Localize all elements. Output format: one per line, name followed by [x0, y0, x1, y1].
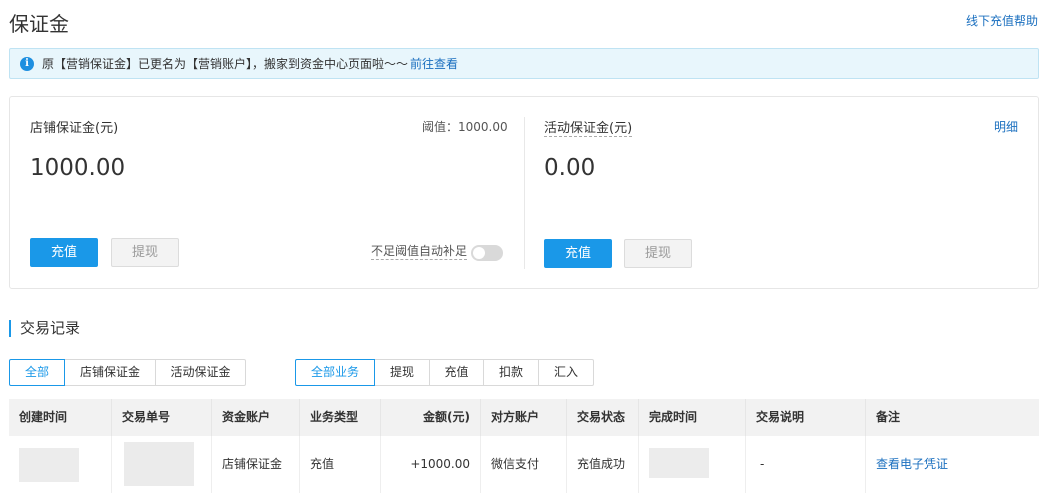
auto-topup-toggle[interactable]	[471, 245, 503, 261]
store-withdraw-button[interactable]: 提现	[111, 238, 179, 267]
tab-deduction[interactable]: 扣款	[483, 359, 539, 386]
tab-business-all[interactable]: 全部业务	[295, 359, 375, 386]
page-title: 保证金	[9, 12, 69, 36]
cell-description: -	[746, 436, 866, 493]
offline-recharge-help-link[interactable]: 线下充值帮助	[966, 12, 1038, 29]
cell-status: 充值成功	[567, 436, 639, 493]
business-filter-tabs: 全部业务 提现 充值 扣款 汇入	[295, 359, 594, 386]
col-remark: 备注	[876, 410, 901, 424]
tab-recharge[interactable]: 充值	[429, 359, 484, 386]
col-fund-account: 资金账户	[212, 399, 300, 436]
cell-transaction-no	[112, 436, 212, 493]
deposit-cards: 店铺保证金(元) 阈值：1000.00 1000.00 充值 提现 不足阈值自动…	[9, 96, 1039, 289]
cell-business-type: 充值	[300, 436, 381, 493]
col-transaction-no: 交易单号	[112, 399, 212, 436]
redacted-block	[124, 442, 194, 486]
view-receipt-link[interactable]: 查看电子凭证	[866, 436, 1039, 493]
transaction-table: 创建时间 交易单号 资金账户 业务类型 金额(元) 对方账户 交易状态 完成时间…	[9, 399, 1039, 493]
activity-deposit-amount: 0.00	[544, 155, 596, 181]
threshold-value: 阈值：1000.00	[422, 120, 508, 134]
cell-amount: +1000.00	[381, 436, 481, 493]
activity-deposit-label: 活动保证金(元)	[544, 117, 633, 137]
store-recharge-button[interactable]: 充值	[30, 238, 98, 267]
col-finish-time: 完成时间	[639, 399, 746, 436]
records-section-title: 交易记录	[9, 320, 80, 337]
tab-account-store[interactable]: 店铺保证金	[64, 359, 156, 386]
card-divider	[524, 117, 525, 269]
toggle-knob	[473, 247, 485, 259]
cell-fund-account: 店铺保证金	[212, 436, 300, 493]
notice-text: 原【营销保证金】已更名为【营销账户】，搬家到资金中心页面啦～～	[42, 57, 409, 71]
tab-withdraw[interactable]: 提现	[374, 359, 430, 386]
table-header: 创建时间 交易单号 资金账户 业务类型 金额(元) 对方账户 交易状态 完成时间…	[9, 399, 1039, 436]
cell-created-time	[9, 436, 112, 493]
store-deposit-label: 店铺保证金(元)	[30, 121, 119, 136]
info-icon: i	[20, 56, 34, 71]
auto-topup-label: 不足阈值自动补足	[371, 244, 468, 260]
col-created-time: 创建时间	[9, 399, 112, 436]
col-business-type: 业务类型	[300, 399, 381, 436]
col-counterparty: 对方账户	[481, 399, 567, 436]
redacted-block	[19, 448, 79, 482]
tab-transfer-in[interactable]: 汇入	[538, 359, 594, 386]
redacted-block	[649, 448, 709, 478]
cell-finish-time	[639, 436, 746, 493]
tab-account-all[interactable]: 全部	[9, 359, 65, 386]
activity-withdraw-button[interactable]: 提现	[624, 239, 692, 268]
col-amount: 金额(元)	[381, 399, 481, 436]
col-status: 交易状态	[567, 399, 639, 436]
col-description: 交易说明	[746, 399, 866, 436]
cell-counterparty: 微信支付	[481, 436, 567, 493]
activity-detail-link[interactable]: 明细	[994, 118, 1018, 135]
notice-banner: i 原【营销保证金】已更名为【营销账户】，搬家到资金中心页面啦～～ 前往查看	[9, 48, 1039, 79]
tab-account-activity[interactable]: 活动保证金	[155, 359, 246, 386]
account-filter-tabs: 全部 店铺保证金 活动保证金	[9, 359, 246, 386]
table-row: 店铺保证金 充值 +1000.00 微信支付 充值成功 - 查看电子凭证	[9, 436, 1039, 493]
store-deposit-amount: 1000.00	[30, 155, 126, 181]
activity-recharge-button[interactable]: 充值	[544, 239, 612, 268]
notice-view-link[interactable]: 前往查看	[410, 55, 458, 72]
